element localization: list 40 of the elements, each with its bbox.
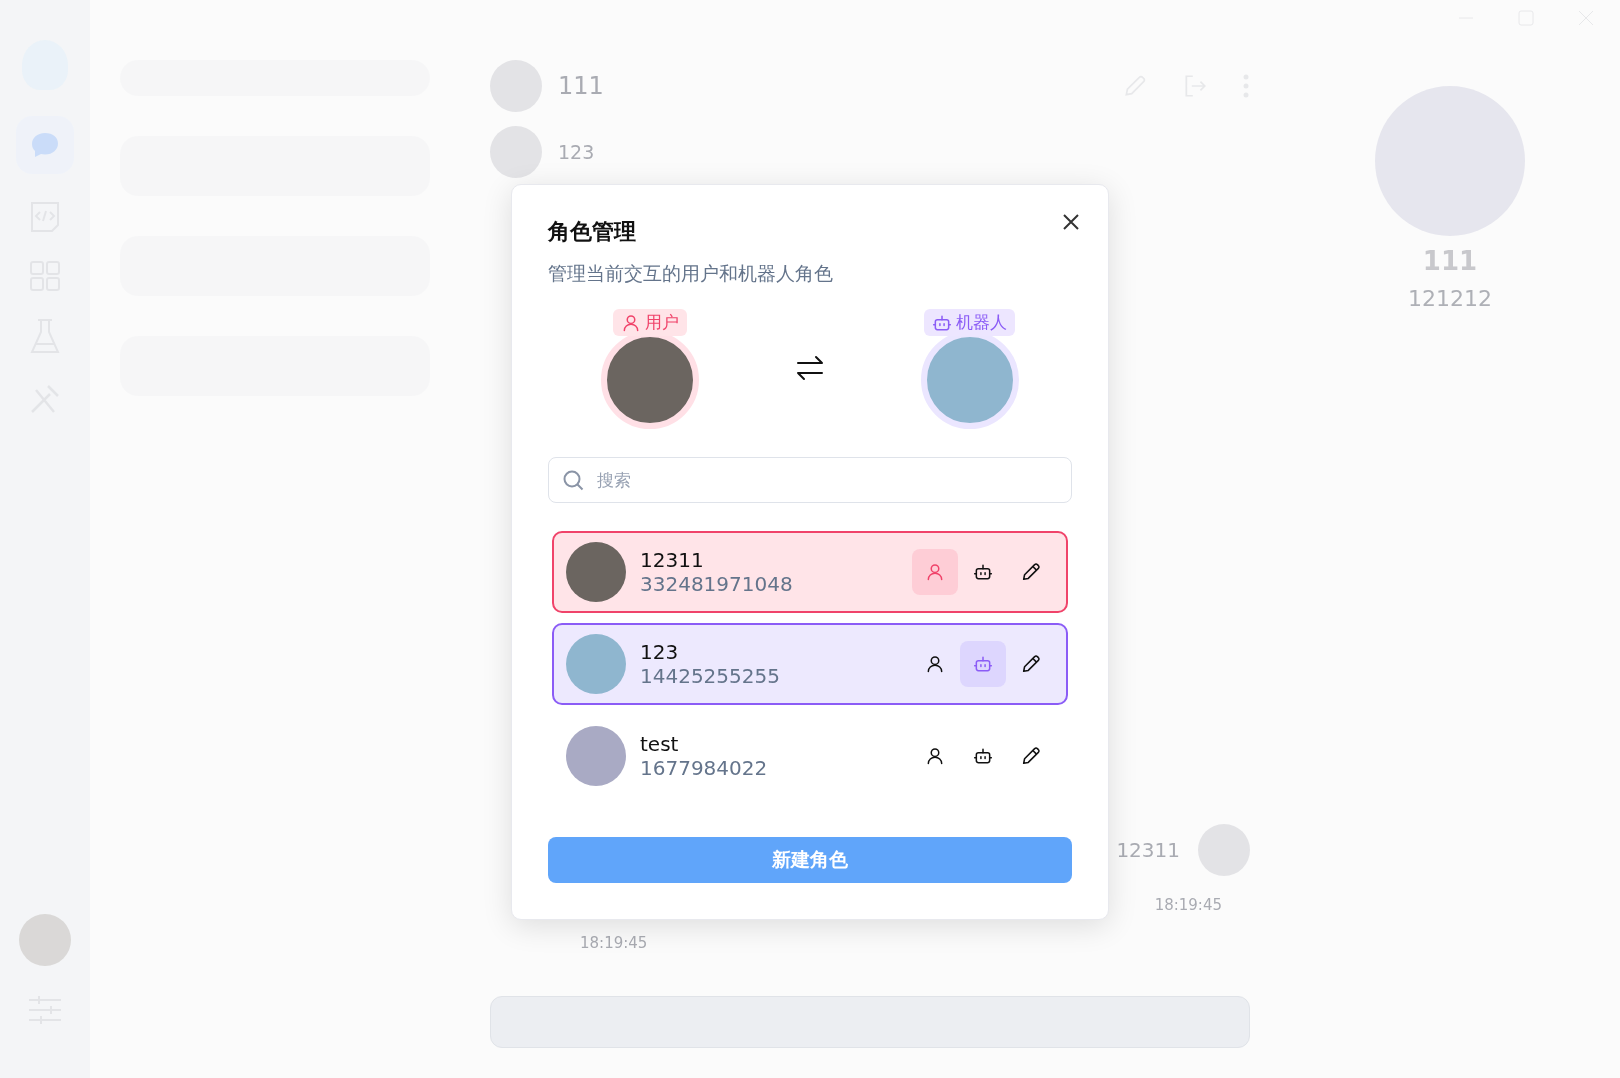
profile-id: 121212 bbox=[1408, 286, 1492, 311]
role-row[interactable]: test 1677984022 bbox=[552, 715, 1068, 797]
user-icon bbox=[925, 654, 945, 674]
role-avatar bbox=[566, 542, 626, 602]
role-id: 332481971048 bbox=[640, 572, 794, 596]
message-sender: 12311 bbox=[1116, 838, 1180, 862]
role-name: test bbox=[640, 732, 680, 756]
dialog-title: 角色管理 bbox=[548, 218, 637, 246]
message-time: 18:19:45 bbox=[1154, 896, 1222, 914]
bot-role-tag: 机器人 bbox=[924, 309, 1016, 336]
dialog-subtitle: 管理当前交互的用户和机器人角色 bbox=[548, 261, 834, 286]
role-row[interactable]: 12311 332481971048 bbox=[552, 531, 1068, 613]
pencil-icon bbox=[1020, 653, 1042, 675]
chat-avatar bbox=[490, 126, 542, 178]
pencil-icon bbox=[1020, 561, 1042, 583]
chat-avatar bbox=[490, 60, 542, 112]
search-field[interactable]: 搜索 bbox=[548, 457, 1072, 503]
chat-icon[interactable] bbox=[16, 116, 74, 174]
user-icon bbox=[925, 746, 945, 766]
robot-icon bbox=[973, 654, 993, 674]
role-name: 123 bbox=[640, 640, 680, 664]
role-name: 12311 bbox=[640, 548, 705, 572]
robot-icon bbox=[973, 562, 993, 582]
message-input[interactable] bbox=[490, 996, 1250, 1048]
role-avatar bbox=[566, 634, 626, 694]
user-icon bbox=[925, 562, 945, 582]
role-row[interactable]: 123 14425255255 bbox=[552, 623, 1068, 705]
user-avatar[interactable] bbox=[19, 914, 71, 966]
role-avatar bbox=[566, 726, 626, 786]
swap-icon[interactable] bbox=[795, 353, 825, 383]
message-time: 18:19:45 bbox=[580, 934, 648, 952]
robot-icon bbox=[973, 746, 993, 766]
message-avatar bbox=[1198, 824, 1250, 876]
role-id: 1677984022 bbox=[640, 756, 769, 780]
role-id: 14425255255 bbox=[640, 664, 781, 688]
user-role-tag: 用户 bbox=[613, 309, 688, 336]
chat-title: 111 bbox=[558, 72, 604, 100]
close-icon bbox=[1062, 213, 1080, 231]
pencil-icon bbox=[1020, 745, 1042, 767]
chat-subtitle: 123 bbox=[558, 141, 595, 163]
